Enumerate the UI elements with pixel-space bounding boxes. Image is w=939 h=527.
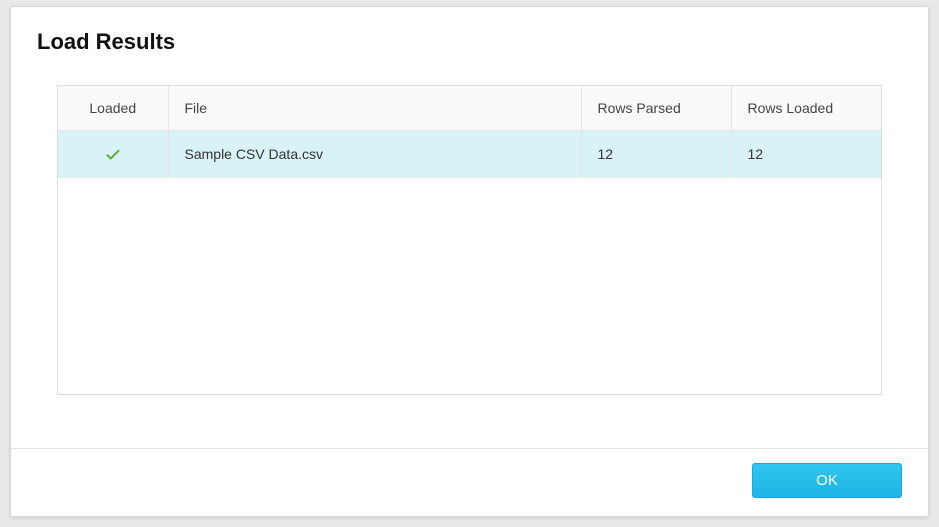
load-results-dialog: Load Results Loaded File Rows Parsed Row… — [10, 6, 929, 517]
results-table-container: Loaded File Rows Parsed Rows Loaded — [57, 85, 882, 395]
results-table: Loaded File Rows Parsed Rows Loaded — [58, 86, 881, 178]
cell-status — [58, 131, 168, 178]
cell-file: Sample CSV Data.csv — [168, 131, 581, 178]
header-rows-loaded: Rows Loaded — [731, 86, 881, 131]
header-loaded: Loaded — [58, 86, 168, 131]
dialog-title: Load Results — [37, 29, 902, 55]
check-icon — [104, 145, 122, 161]
cell-rows-parsed: 12 — [581, 131, 731, 178]
cell-rows-loaded: 12 — [731, 131, 881, 178]
dialog-body: Load Results Loaded File Rows Parsed Row… — [11, 7, 928, 448]
dialog-footer: OK — [11, 448, 928, 516]
header-rows-parsed: Rows Parsed — [581, 86, 731, 131]
ok-button[interactable]: OK — [752, 463, 902, 498]
table-row: Sample CSV Data.csv 12 12 — [58, 131, 881, 178]
header-file: File — [168, 86, 581, 131]
table-header-row: Loaded File Rows Parsed Rows Loaded — [58, 86, 881, 131]
